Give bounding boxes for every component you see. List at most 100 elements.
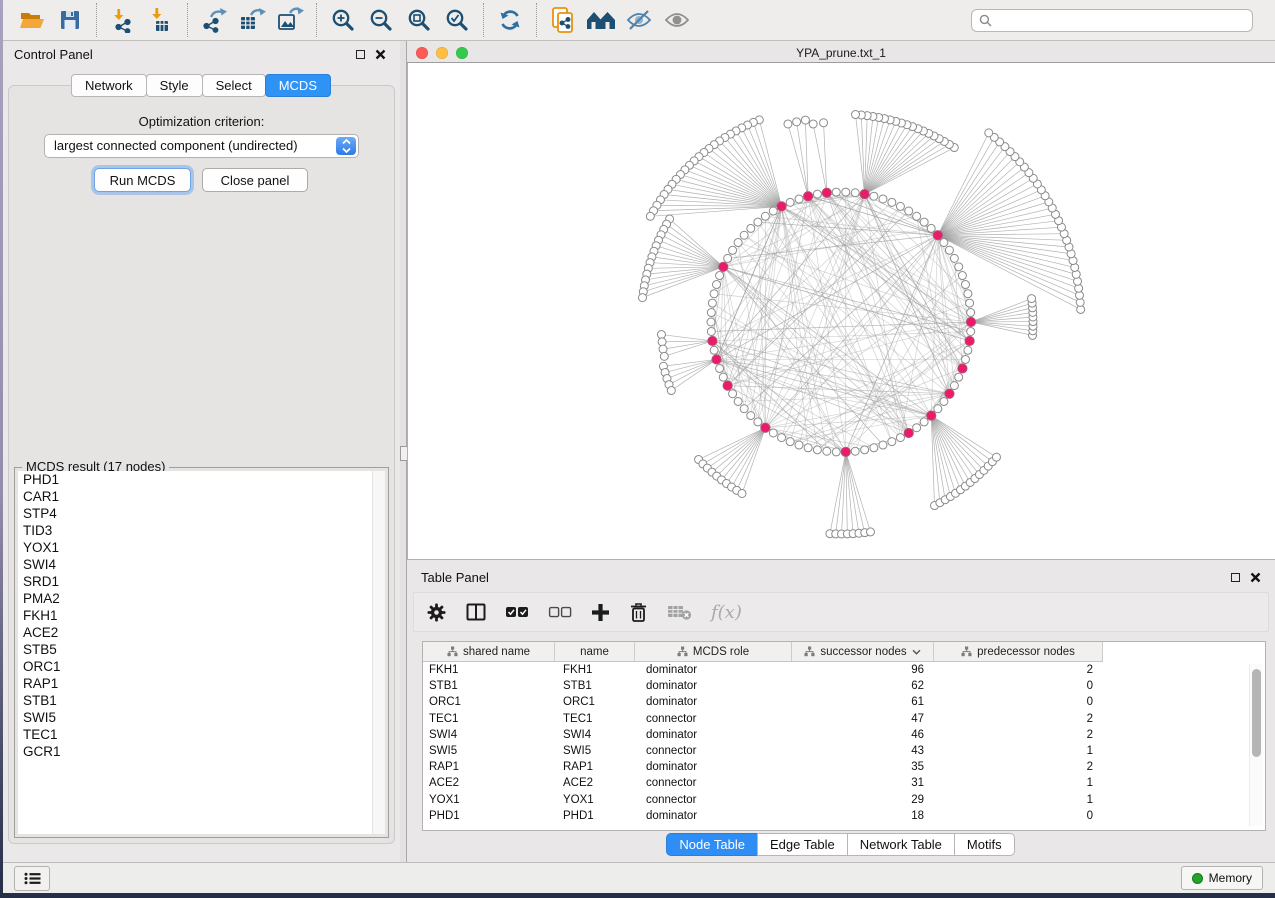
maximize-window-button[interactable] bbox=[456, 47, 468, 59]
network-node[interactable] bbox=[710, 346, 718, 354]
task-history-button[interactable] bbox=[14, 866, 50, 891]
network-node[interactable] bbox=[920, 418, 928, 426]
network-window-titlebar[interactable]: YPA_prune.txt_1 bbox=[407, 43, 1275, 63]
network-hub-node[interactable] bbox=[723, 381, 732, 390]
network-node[interactable] bbox=[896, 202, 904, 210]
import-network-button[interactable] bbox=[104, 3, 142, 37]
network-node[interactable] bbox=[966, 299, 974, 307]
network-node[interactable] bbox=[707, 327, 715, 335]
zoom-fit-button[interactable] bbox=[400, 3, 438, 37]
column-header-name[interactable]: name bbox=[555, 642, 635, 662]
network-node[interactable] bbox=[913, 424, 921, 432]
network-node[interactable] bbox=[896, 434, 904, 442]
network-node[interactable] bbox=[734, 397, 742, 405]
network-node[interactable] bbox=[719, 373, 727, 381]
network-node[interactable] bbox=[852, 111, 860, 119]
minimize-window-button[interactable] bbox=[436, 47, 448, 59]
network-node[interactable] bbox=[945, 246, 953, 254]
network-node[interactable] bbox=[958, 272, 966, 280]
table-row[interactable]: SWI4SWI4dominator462 bbox=[423, 727, 1265, 743]
search-input[interactable] bbox=[998, 13, 1245, 27]
export-image-button[interactable] bbox=[271, 3, 309, 37]
column-header-shared-name[interactable]: shared name bbox=[423, 642, 555, 662]
network-node[interactable] bbox=[823, 447, 831, 455]
float-panel-icon[interactable] bbox=[1231, 573, 1240, 582]
network-node[interactable] bbox=[955, 263, 963, 271]
network-node[interactable] bbox=[710, 290, 718, 298]
network-node[interactable] bbox=[870, 444, 878, 452]
table-row[interactable]: ORC1ORC1dominator610 bbox=[423, 694, 1265, 710]
network-hub-node[interactable] bbox=[966, 317, 975, 326]
table-scrollbar-thumb[interactable] bbox=[1252, 669, 1261, 757]
network-node[interactable] bbox=[740, 405, 748, 413]
network-node[interactable] bbox=[659, 345, 667, 353]
close-window-button[interactable] bbox=[416, 47, 428, 59]
table-row[interactable]: YOX1YOX1connector291 bbox=[423, 792, 1265, 808]
network-node[interactable] bbox=[870, 192, 878, 200]
network-node[interactable] bbox=[985, 129, 993, 137]
mcds-result-item[interactable]: SRD1 bbox=[18, 573, 385, 590]
criterion-select[interactable]: largest connected component (undirected) bbox=[44, 134, 359, 158]
select-all-button[interactable] bbox=[505, 605, 529, 619]
zoom-selected-button[interactable] bbox=[438, 3, 476, 37]
network-node[interactable] bbox=[707, 309, 715, 317]
network-hub-node[interactable] bbox=[860, 190, 869, 199]
column-header-successor-nodes[interactable]: successor nodes bbox=[792, 642, 934, 662]
apply-layout-button[interactable] bbox=[491, 3, 529, 37]
network-node[interactable] bbox=[820, 119, 828, 127]
network-node[interactable] bbox=[729, 246, 737, 254]
network-node[interactable] bbox=[786, 198, 794, 206]
network-node[interactable] bbox=[851, 447, 859, 455]
search-field[interactable] bbox=[971, 9, 1253, 32]
tab-node-table[interactable]: Node Table bbox=[666, 833, 758, 856]
export-network-button[interactable] bbox=[195, 3, 233, 37]
network-node[interactable] bbox=[740, 231, 748, 239]
hide-selected-button[interactable] bbox=[620, 3, 658, 37]
network-node[interactable] bbox=[658, 338, 666, 346]
table-row[interactable]: SWI5SWI5connector431 bbox=[423, 743, 1265, 759]
import-table-button[interactable] bbox=[142, 3, 180, 37]
open-session-button[interactable] bbox=[13, 3, 51, 37]
network-hub-node[interactable] bbox=[904, 428, 913, 437]
network-hub-node[interactable] bbox=[712, 355, 721, 364]
network-node[interactable] bbox=[778, 434, 786, 442]
network-node[interactable] bbox=[913, 212, 921, 220]
network-node[interactable] bbox=[964, 290, 972, 298]
network-node[interactable] bbox=[660, 352, 668, 360]
network-node[interactable] bbox=[813, 446, 821, 454]
table-row[interactable]: ACE2ACE2connector311 bbox=[423, 775, 1265, 791]
table-row[interactable]: RAP1RAP1dominator352 bbox=[423, 759, 1265, 775]
network-node[interactable] bbox=[761, 212, 769, 220]
network-node[interactable] bbox=[754, 418, 762, 426]
network-node[interactable] bbox=[786, 438, 794, 446]
network-node[interactable] bbox=[888, 438, 896, 446]
mcds-result-item[interactable]: TID3 bbox=[18, 522, 385, 539]
network-node[interactable] bbox=[961, 281, 969, 289]
mcds-result-item[interactable]: RAP1 bbox=[18, 675, 385, 692]
network-node[interactable] bbox=[879, 441, 887, 449]
network-node[interactable] bbox=[950, 382, 958, 390]
tab-network[interactable]: Network bbox=[71, 74, 147, 97]
mcds-result-item[interactable]: GCR1 bbox=[18, 743, 385, 760]
zoom-out-button[interactable] bbox=[362, 3, 400, 37]
network-node[interactable] bbox=[964, 346, 972, 354]
network-canvas[interactable] bbox=[408, 63, 1275, 558]
tab-edge-table[interactable]: Edge Table bbox=[757, 833, 848, 856]
network-hub-node[interactable] bbox=[822, 188, 831, 197]
function-builder-button[interactable]: f(x) bbox=[711, 602, 742, 623]
network-node[interactable] bbox=[769, 207, 777, 215]
table-row[interactable]: TEC1TEC1connector472 bbox=[423, 711, 1265, 727]
close-panel-icon[interactable] bbox=[375, 49, 386, 60]
save-session-button[interactable] bbox=[51, 3, 89, 37]
tab-style[interactable]: Style bbox=[146, 74, 203, 97]
close-panel-button[interactable]: Close panel bbox=[202, 168, 308, 192]
network-hub-node[interactable] bbox=[777, 202, 786, 211]
destroy-table-button[interactable] bbox=[667, 603, 692, 621]
deselect-all-button[interactable] bbox=[548, 605, 572, 619]
network-node[interactable] bbox=[888, 198, 896, 206]
network-node[interactable] bbox=[657, 331, 665, 339]
network-hub-node[interactable] bbox=[719, 262, 728, 271]
network-node[interactable] bbox=[940, 397, 948, 405]
export-table-button[interactable] bbox=[233, 3, 271, 37]
result-list-scrollbar[interactable] bbox=[372, 471, 385, 834]
